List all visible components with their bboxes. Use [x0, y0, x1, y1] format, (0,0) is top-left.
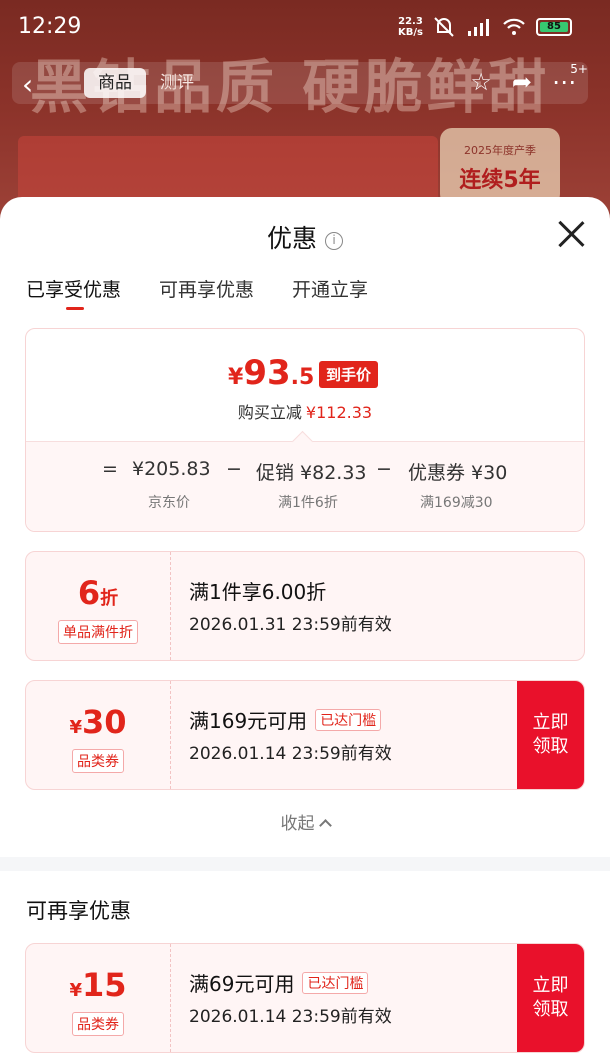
message-badge: 5+ [570, 62, 588, 76]
coupon-card: 6折 单品满件折 满1件享6.00折 2026.01.31 23:59前有效 [25, 551, 585, 661]
tab-review[interactable]: 测评 [160, 68, 194, 98]
share-icon[interactable]: ➦ [512, 68, 532, 96]
threshold-reached-badge: 已达门槛 [302, 972, 369, 994]
sheet-title-row: 优惠 i [0, 219, 610, 255]
coupon-condition: 满169元可用 [189, 709, 308, 733]
coupon-value-unit: ¥ [69, 980, 82, 1001]
price-summary-card: ¥93.5 到手价 购买立减 ¥112.33 = ¥205.83 − 促销 ¥82… [25, 328, 585, 532]
status-bar: 12:29 22.3 KB/s 85 [0, 0, 610, 56]
claim-coupon-button[interactable]: 立即 领取 [517, 944, 584, 1052]
coupon-value-block: ¥15 品类券 [26, 944, 171, 1052]
battery-level: 85 [540, 22, 568, 32]
favorite-star-icon[interactable]: ☆ [470, 68, 492, 96]
coupon-condition-row: 满69元可用 已达门槛 [189, 968, 369, 997]
promo-amount: 促销 ¥82.33 [256, 462, 367, 484]
collapse-label: 收起 [280, 814, 315, 834]
more-discounts-title: 可再享优惠 [26, 899, 131, 923]
base-price-label: 京东价 [148, 495, 190, 511]
coupon-value-number: 15 [82, 966, 127, 1004]
status-time: 12:29 [18, 14, 82, 39]
section-divider [0, 857, 610, 871]
sheet-title: 优惠 [266, 224, 317, 253]
coupon-card: ¥30 品类券 满169元可用 已达门槛 2026.01.14 23:59前有效 … [25, 680, 585, 790]
coupon-value: ¥30 [26, 703, 170, 741]
coupon-type-tag: 品类券 [72, 749, 124, 773]
reduce-line: 购买立减 ¥112.33 [26, 399, 584, 423]
coupon-type-tag: 品类券 [72, 1012, 124, 1036]
coupon-condition-row: 满169元可用 已达门槛 [189, 705, 382, 734]
base-price: ¥205.83 [132, 458, 211, 480]
coupon-value-number: 6 [77, 574, 101, 612]
claim-label-line1: 立即 [532, 712, 569, 733]
minus-sign: − [376, 458, 392, 480]
back-arrow-icon[interactable]: ‹ [22, 68, 33, 101]
close-button[interactable] [556, 219, 586, 249]
coupon-amount: 优惠券 ¥30 [408, 462, 508, 484]
final-price-block: ¥93.5 到手价 购买立减 ¥112.33 [26, 329, 584, 441]
coupon-value-unit: 折 [100, 588, 119, 609]
claim-coupon-button[interactable]: 立即 领取 [517, 681, 584, 789]
coupon-expiry: 2026.01.14 23:59前有效 [189, 744, 392, 764]
info-icon[interactable]: i [325, 232, 343, 250]
nav-actions: ☆ ➦ ⋯ [470, 68, 576, 96]
coupon-expiry: 2026.01.14 23:59前有效 [189, 1007, 392, 1027]
tab-activate-discounts[interactable]: 开通立享 [292, 275, 368, 302]
coupon-value-block: ¥30 品类券 [26, 681, 171, 789]
coupon-card: ¥15 品类券 满69元可用 已达门槛 2026.01.14 23:59前有效 立… [25, 943, 585, 1053]
battery-icon: 85 [536, 18, 572, 36]
coupon-value: ¥15 [26, 966, 170, 1004]
coupon-type-tag: 单品满件折 [58, 620, 138, 644]
speed-unit: KB/s [398, 27, 423, 38]
promo-label: 满1件6折 [278, 495, 338, 511]
coupon-value-block: 6折 单品满件折 [26, 552, 171, 660]
price-breakdown: = ¥205.83 − 促销 ¥82.33 − 优惠券 ¥30 京东价 满1件6… [26, 441, 584, 531]
wifi-icon [503, 18, 525, 35]
mute-icon [434, 17, 454, 37]
equals-sign: = [102, 458, 118, 480]
anniversary-seal: 2025年度产季 连续5年 [440, 128, 560, 206]
minus-sign: − [226, 458, 242, 480]
tab-more-discounts[interactable]: 可再享优惠 [159, 275, 254, 302]
tab-applied-discounts[interactable]: 已享受优惠 [26, 275, 121, 310]
price-currency: ¥ [228, 365, 244, 390]
reduce-label: 购买立减 [237, 403, 302, 422]
status-icons: 85 [432, 16, 572, 38]
seal-main-text: 连续5年 [459, 168, 541, 193]
threshold-reached-badge: 已达门槛 [315, 709, 382, 731]
coupon-label: 满169减30 [420, 495, 493, 511]
coupon-expiry: 2026.01.31 23:59前有效 [189, 615, 392, 635]
coupon-value-number: 30 [82, 703, 127, 741]
price-integer: 93 [243, 353, 291, 393]
coupon-value-unit: ¥ [69, 717, 82, 738]
coupon-condition: 满1件享6.00折 [189, 580, 327, 604]
coupon-value: 6折 [26, 574, 170, 612]
chevron-up-icon [318, 819, 332, 832]
price-decimal: .5 [290, 365, 315, 390]
reduce-amount: ¥112.33 [305, 403, 373, 422]
network-speed: 22.3 KB/s [398, 16, 423, 38]
final-price: ¥93.5 [228, 353, 314, 393]
claim-label-line2: 领取 [532, 999, 569, 1020]
discount-tabs: 已享受优惠 可再享优惠 开通立享 [26, 275, 368, 310]
coupon-condition: 满69元可用 [189, 972, 295, 996]
product-nav-bar: ‹ 商品 测评 ☆ ➦ ⋯ 5+ [12, 62, 588, 106]
tab-product[interactable]: 商品 [84, 68, 146, 98]
collapse-button[interactable]: 收起 [0, 809, 610, 834]
discount-sheet: 优惠 i 已享受优惠 可再享优惠 开通立享 ¥93.5 到手价 购买立减 ¥112.… [0, 197, 610, 1062]
claim-label-line2: 领取 [532, 736, 569, 757]
signal-icon [468, 19, 489, 36]
claim-label-line1: 立即 [532, 975, 569, 996]
seal-top-text: 2025年度产季 [464, 144, 536, 157]
speed-value: 22.3 [398, 16, 423, 27]
final-price-tag: 到手价 [319, 361, 379, 388]
